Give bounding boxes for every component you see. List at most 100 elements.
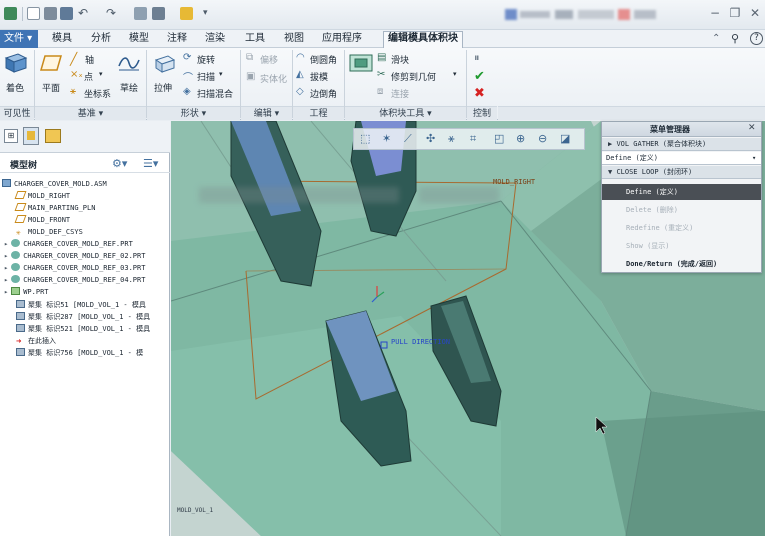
tab-mold[interactable]: 模具 [48,32,76,48]
tree-item-gather[interactable]: 聚集 标识521 [MOLD_VOL_1 - 模具 [16,323,150,335]
folder-browser-tab-icon[interactable] [23,127,39,145]
axis-button[interactable]: ╱ 轴 [70,52,94,66]
menu-item-show[interactable]: Show (显示) [602,240,761,253]
open-folder-icon[interactable] [44,7,57,20]
tree-item-part[interactable]: ▸ CHARGER_COVER_MOLD_REF.PRT [4,238,133,250]
join-icon: ⧈ [377,86,384,97]
group-control: 控制 [467,106,497,120]
tab-edit-mold-volume[interactable]: 编辑模具体积块 [383,31,463,49]
swept-blend-button[interactable]: ◈ 扫描混合 [183,86,239,100]
save-icon[interactable] [60,7,73,20]
tree-item-datum-plane[interactable]: MOLD_FRONT [14,214,70,226]
tree-item-gather[interactable]: 聚集 标识51 [MOLD_VOL_1 - 模具 [16,299,146,311]
point-button[interactable]: ×ₓ 点 ▾ [70,69,110,83]
tab-tools[interactable]: 工具 [241,32,269,48]
gather-volume-icon [16,312,25,320]
annotation-display-icon[interactable]: ⌗ [470,132,476,146]
model-tree-tab-icon[interactable]: ⊞ [4,129,18,143]
trim-to-geometry-button[interactable]: ✂ 修剪到几何 ▾ [377,69,465,83]
csys-button[interactable]: ⚹ 坐标系 [70,86,114,100]
help-icon[interactable]: ? [750,32,763,45]
tree-item-csys[interactable]: ✳ MOLD_DEF_CSYS [16,226,83,238]
pause-icon[interactable]: ⏸ [474,51,488,65]
tab-model[interactable]: 模型 [125,32,153,48]
revolve-button[interactable]: ⟳ 旋转 [183,52,233,66]
group-datum[interactable]: 基准 ▾ [35,106,146,120]
chamfer-button[interactable]: ◇ 边倒角 [296,86,344,100]
tree-item-workpiece[interactable]: ▸ WP.PRT [4,286,49,298]
tab-view[interactable]: 视图 [280,32,308,48]
folder-icon[interactable] [180,7,193,20]
tab-applications[interactable]: 应用程序 [318,32,366,48]
menu-item-done-return[interactable]: Done/Return (完成/返回) [602,258,761,271]
point-display-icon[interactable]: ✣ [426,132,435,145]
tree-item-datum-plane[interactable]: MOLD_RIGHT [14,190,70,202]
gather-volume-icon [16,348,25,356]
group-volume-tools[interactable]: 体积块工具 ▾ [345,106,466,120]
shade-icon [4,53,28,73]
slider-button[interactable]: ▤ 滑块 [377,52,427,66]
close-window-icon[interactable]: ✕ [748,6,762,20]
repaint-icon[interactable]: ◪ [560,132,570,145]
maximize-icon[interactable]: ❐ [728,6,742,20]
tree-item-part[interactable]: ▸ CHARGER_COVER_MOLD_REF_04.PRT [4,274,145,286]
datum-plane-icon [14,215,27,223]
define-dropdown[interactable]: Define (定义) ▾ [602,152,761,165]
tree-filter-icon[interactable]: ☰▾ [143,157,158,170]
search-icon[interactable]: ⚲ [731,32,745,46]
group-visibility: 可见性 [0,106,34,120]
menu-item-redefine[interactable]: Redefine (重定义) [602,222,761,235]
join-button[interactable]: ⧈ 连接 [377,86,427,100]
ok-checkmark-icon[interactable]: ✔ [474,69,488,84]
draft-button[interactable]: ◭ 拔模 [296,69,344,83]
tree-item-gather[interactable]: 聚集 标识287 [MOLD_VOL_1 - 模具 [16,311,150,323]
refit-icon[interactable]: ⬚ [360,132,370,145]
mold-volume-label: MOLD_VOL_1 [177,507,214,514]
zoom-window-icon[interactable]: ◰ [494,132,504,145]
menu-close-loop[interactable]: ▼ CLOSE LOOP (封闭环) [602,166,761,179]
tree-item-insert-here[interactable]: ➜ 在此插入 [16,335,56,347]
favorites-tab-icon[interactable] [45,129,61,143]
minimize-ribbon-icon[interactable]: ⌃ [712,33,724,45]
menu-item-delete[interactable]: Delete (删除) [602,204,761,217]
volume-block-icon [349,54,373,72]
solidify-button[interactable]: ▣ 实体化 [246,71,292,85]
customize-toolbar-icon[interactable]: ▾ [203,7,216,20]
tree-item-part[interactable]: ▸ CHARGER_COVER_MOLD_REF_03.PRT [4,262,145,274]
solidify-icon: ▣ [246,71,256,82]
tab-annotate[interactable]: 注释 [163,32,191,48]
round-button[interactable]: ◠ 倒圆角 [296,52,344,66]
undo-icon[interactable]: ↶ [78,7,91,20]
regenerate-icon[interactable] [134,7,147,20]
sweep-button[interactable]: ⌒ 扫描 ▾ [183,69,233,84]
axis-display-icon[interactable]: ⟋ [404,132,412,146]
menu-manager-close-icon[interactable]: ✕ [748,123,756,133]
menu-vol-gather[interactable]: ▶ VOL GATHER (聚合体积块) [602,138,761,151]
tree-settings-icon[interactable]: ⚙▾ [112,157,127,170]
chamfer-icon: ◇ [296,86,304,97]
sketch-icon [118,57,140,71]
menu-manager: 菜单管理器 ✕ ▶ VOL GATHER (聚合体积块) Define (定义)… [601,121,762,273]
tree-item-gather[interactable]: 聚集 标识756 [MOLD_VOL_1 - 模 [16,347,143,359]
csys-display-icon[interactable]: ⚹ [448,132,455,146]
tree-item-datum-plane[interactable]: MAIN_PARTING_PLN [14,202,95,214]
zoom-out-icon[interactable]: ⊖ [538,132,547,145]
windows-icon[interactable] [152,7,165,20]
minimize-icon[interactable]: − [708,6,722,20]
assembly-icon [2,179,11,187]
group-shapes[interactable]: 形状 ▾ [147,106,240,120]
tab-file[interactable]: 文件 ▾ [0,30,38,48]
tab-analysis[interactable]: 分析 [87,32,115,48]
menu-item-define[interactable]: Define (定义) [602,184,761,200]
expand-arrow-icon: ▸ [4,240,9,248]
tree-item-assembly[interactable]: CHARGER_COVER_MOLD.ASM [2,178,107,190]
tab-render[interactable]: 渲染 [201,32,229,48]
zoom-in-icon[interactable]: ⊕ [516,132,525,145]
datum-display-icon[interactable]: ✶ [382,132,391,145]
tree-item-part[interactable]: ▸ CHARGER_COVER_MOLD_REF_02.PRT [4,250,145,262]
offset-button[interactable]: ⧉ 偏移 [246,52,286,66]
cancel-x-icon[interactable]: ✖ [474,86,488,101]
new-file-icon[interactable] [27,7,40,20]
redo-icon[interactable]: ↷ [106,7,119,20]
group-editing[interactable]: 编辑 ▾ [241,106,292,120]
